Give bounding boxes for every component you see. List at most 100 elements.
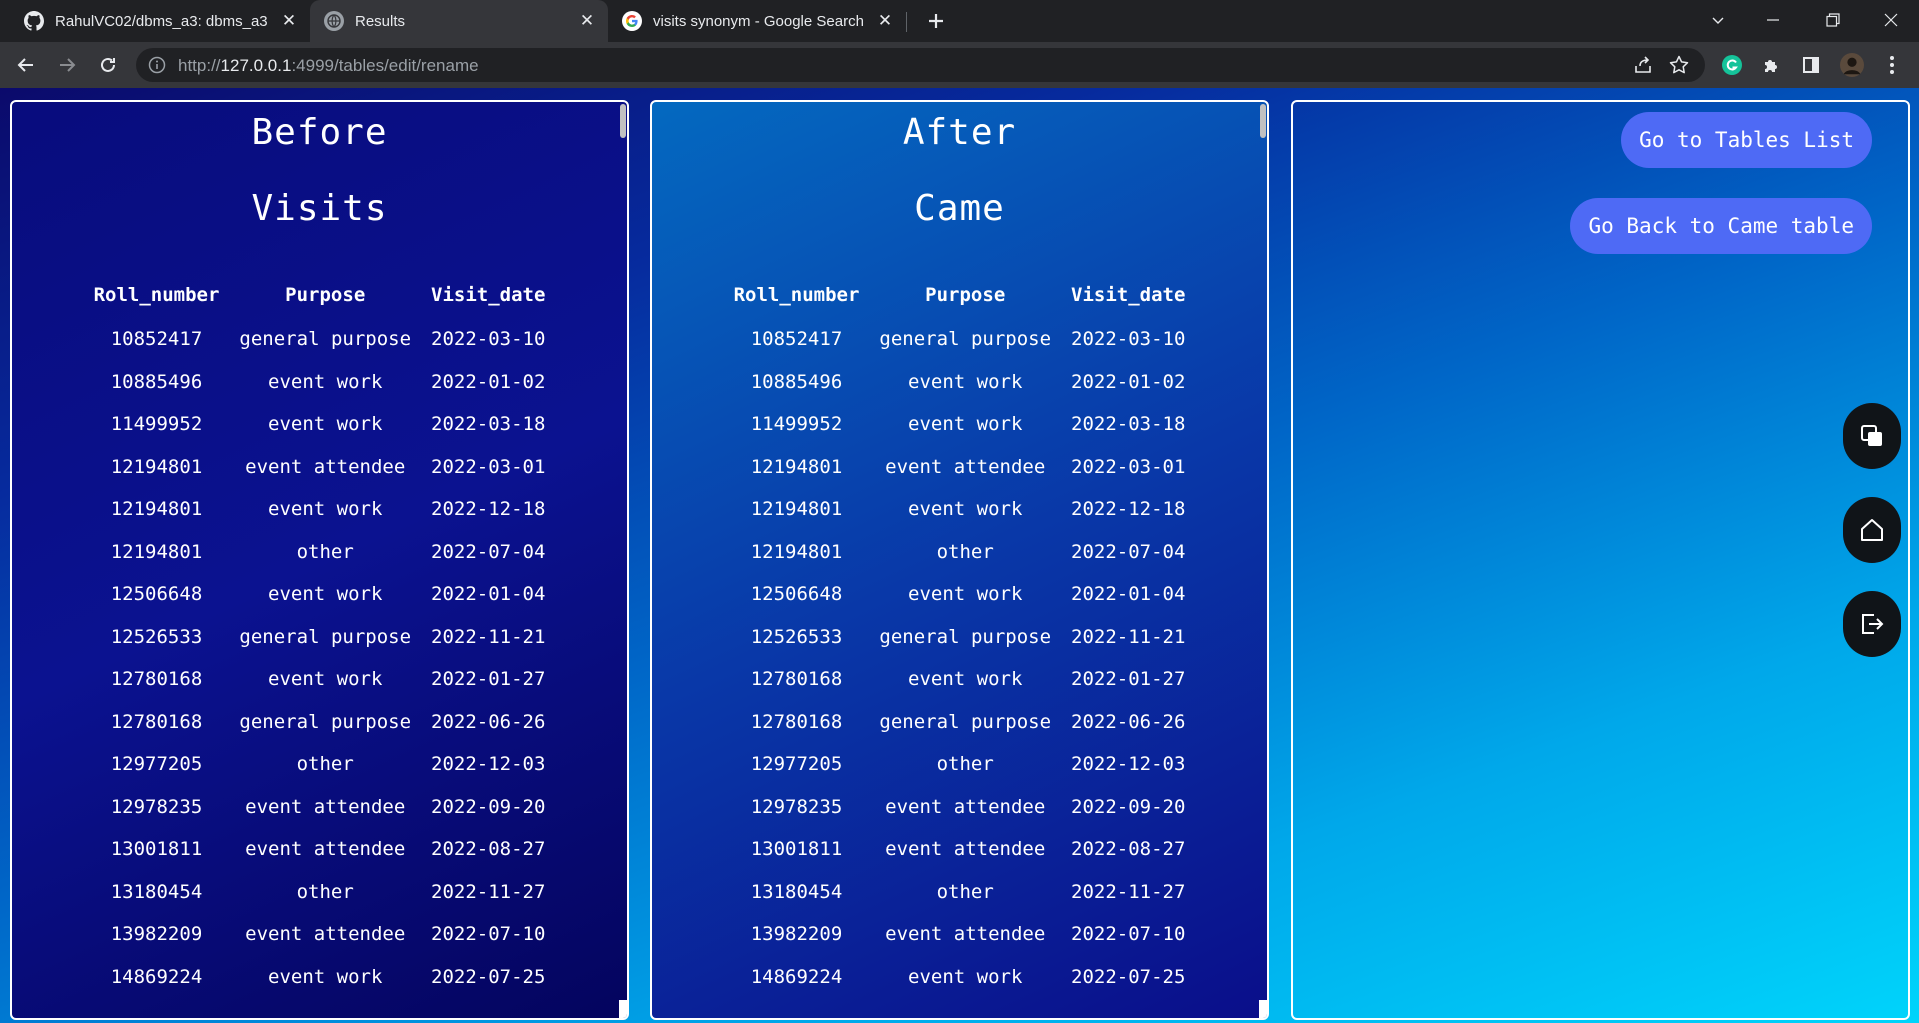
back-button[interactable]: [10, 49, 42, 81]
side-panel-button[interactable]: [1799, 53, 1823, 77]
home-button[interactable]: [1843, 497, 1901, 563]
table-row: 10852417 general purpose 2022-03-10: [84, 318, 556, 361]
close-icon[interactable]: ✕: [278, 10, 300, 32]
go-to-tables-list-button[interactable]: Go to Tables List: [1621, 112, 1872, 168]
share-icon[interactable]: [1632, 54, 1654, 76]
table-cell: 13982209: [750, 923, 843, 946]
logout-button[interactable]: [1843, 591, 1901, 657]
table-cell: 2022-08-27: [431, 838, 546, 861]
copy-icon: [1861, 425, 1882, 446]
after-panel-scrollbar[interactable]: [1259, 102, 1267, 1018]
after-table-body: 10852417 general purpose 2022-03-10 1088549…: [724, 318, 1196, 998]
table-row: 13180454 other 2022-11-27: [84, 871, 556, 914]
table-row: 12194801 event attendee 2022-03-01: [724, 446, 1196, 489]
table-cell: general purpose: [879, 625, 1052, 648]
url-text[interactable]: http://127.0.0.1:4999/tables/edit/rename: [178, 56, 479, 76]
profile-avatar[interactable]: [1840, 53, 1864, 77]
after-heading: After: [902, 112, 1017, 153]
browser-menu-button[interactable]: [1880, 53, 1904, 77]
table-cell: 2022-09-20: [1071, 795, 1186, 818]
table-cell: 2022-01-02: [431, 370, 546, 393]
table-cell: 2022-07-04: [431, 540, 546, 563]
table-cell: event attendee: [245, 455, 406, 478]
table-cell: 2022-12-03: [431, 753, 546, 776]
tab-google-search[interactable]: visits synonym - Google Search ✕: [608, 0, 906, 42]
table-cell: event work: [908, 583, 1023, 606]
table-cell: general purpose: [879, 710, 1052, 733]
grammarly-extension-button[interactable]: [1720, 53, 1744, 77]
close-icon[interactable]: ✕: [576, 10, 598, 32]
chevron-down-icon: [1712, 17, 1724, 24]
go-back-to-table-button[interactable]: Go Back to Came table: [1570, 198, 1872, 254]
table-cell: event attendee: [245, 838, 406, 861]
side-panel-icon: [1803, 57, 1819, 73]
table-cell: 12977205: [110, 753, 203, 776]
scrollbar-thumb[interactable]: [620, 104, 626, 138]
table-cell: other: [936, 880, 994, 903]
table-cell: 12780168: [750, 668, 843, 691]
table-row: 12506648 event work 2022-01-04: [724, 573, 1196, 616]
column-header: Purpose: [925, 284, 1006, 306]
table-cell: 13001811: [110, 838, 203, 861]
restore-button[interactable]: [1810, 0, 1856, 40]
tab-search-button[interactable]: [1695, 0, 1741, 40]
forward-button[interactable]: [51, 49, 83, 81]
after-panel[interactable]: After Came Roll_number Purpose Visit_dat…: [650, 100, 1269, 1020]
grammarly-icon: [1722, 55, 1742, 75]
table-cell: event work: [908, 965, 1023, 988]
window-close-button[interactable]: [1868, 0, 1914, 40]
table-cell: event work: [268, 413, 383, 436]
table-cell: 2022-12-18: [431, 498, 546, 521]
table-cell: 12780168: [110, 710, 203, 733]
table-cell: 2022-07-04: [1071, 540, 1186, 563]
minimize-button[interactable]: [1750, 0, 1796, 40]
table-row: 12780168 event work 2022-01-27: [84, 658, 556, 701]
column-header: Purpose: [285, 284, 366, 306]
actions-panel: Go to Tables List Go Back to Came table: [1291, 100, 1910, 1020]
table-cell: 2022-09-20: [431, 795, 546, 818]
table-row: 12194801 other 2022-07-04: [84, 531, 556, 574]
close-icon[interactable]: ✕: [874, 10, 896, 32]
table-cell: 10885496: [110, 370, 203, 393]
table-row: 12526533 general purpose 2022-11-21: [724, 616, 1196, 659]
table-row: 12194801 event attendee 2022-03-01: [84, 446, 556, 489]
table-cell: 12194801: [110, 455, 203, 478]
address-bar[interactable]: http://127.0.0.1:4999/tables/edit/rename: [136, 48, 1705, 82]
info-icon[interactable]: [148, 56, 166, 74]
table-cell: 12506648: [110, 583, 203, 606]
table-cell: 13180454: [750, 880, 843, 903]
table-row: 10885496 event work 2022-01-02: [724, 361, 1196, 404]
table-cell: other: [936, 540, 994, 563]
browser-toolbar: http://127.0.0.1:4999/tables/edit/rename: [0, 42, 1919, 88]
table-cell: 2022-03-01: [431, 455, 546, 478]
extensions-button[interactable]: [1760, 53, 1784, 77]
table-cell: event work: [268, 498, 383, 521]
table-cell: event attendee: [885, 923, 1046, 946]
google-icon: [622, 11, 642, 31]
tab-github[interactable]: RahulVC02/dbms_a3: dbms_a3 re ✕: [10, 0, 310, 42]
scrollbar-thumb[interactable]: [1260, 104, 1266, 138]
table-cell: other: [296, 753, 354, 776]
copy-button[interactable]: [1843, 403, 1901, 469]
before-panel-scrollbar[interactable]: [619, 102, 627, 1018]
bookmark-star-icon[interactable]: [1668, 54, 1690, 76]
globe-icon: [324, 11, 344, 31]
table-cell: other: [296, 880, 354, 903]
before-panel[interactable]: Before Visits Roll_number Purpose Visit_…: [10, 100, 629, 1020]
table-row: 11499952 event work 2022-03-18: [84, 403, 556, 446]
table-cell: general purpose: [879, 328, 1052, 351]
column-header: Roll_number: [93, 284, 220, 306]
tab-results[interactable]: Results ✕: [310, 0, 608, 42]
arrow-right-icon: [60, 58, 76, 72]
table-row: 12194801 event work 2022-12-18: [84, 488, 556, 531]
arrow-left-icon: [17, 58, 33, 72]
reload-button[interactable]: [92, 49, 124, 81]
table-cell: 12194801: [750, 498, 843, 521]
table-row: 13982209 event attendee 2022-07-10: [724, 913, 1196, 956]
scrollbar-corner: [1259, 1000, 1267, 1018]
new-tab-button[interactable]: [921, 6, 951, 36]
table-cell: other: [936, 753, 994, 776]
before-table-body: 10852417 general purpose 2022-03-10 1088549…: [84, 318, 556, 998]
table-cell: 11499952: [750, 413, 843, 436]
table-cell: 10885496: [750, 370, 843, 393]
